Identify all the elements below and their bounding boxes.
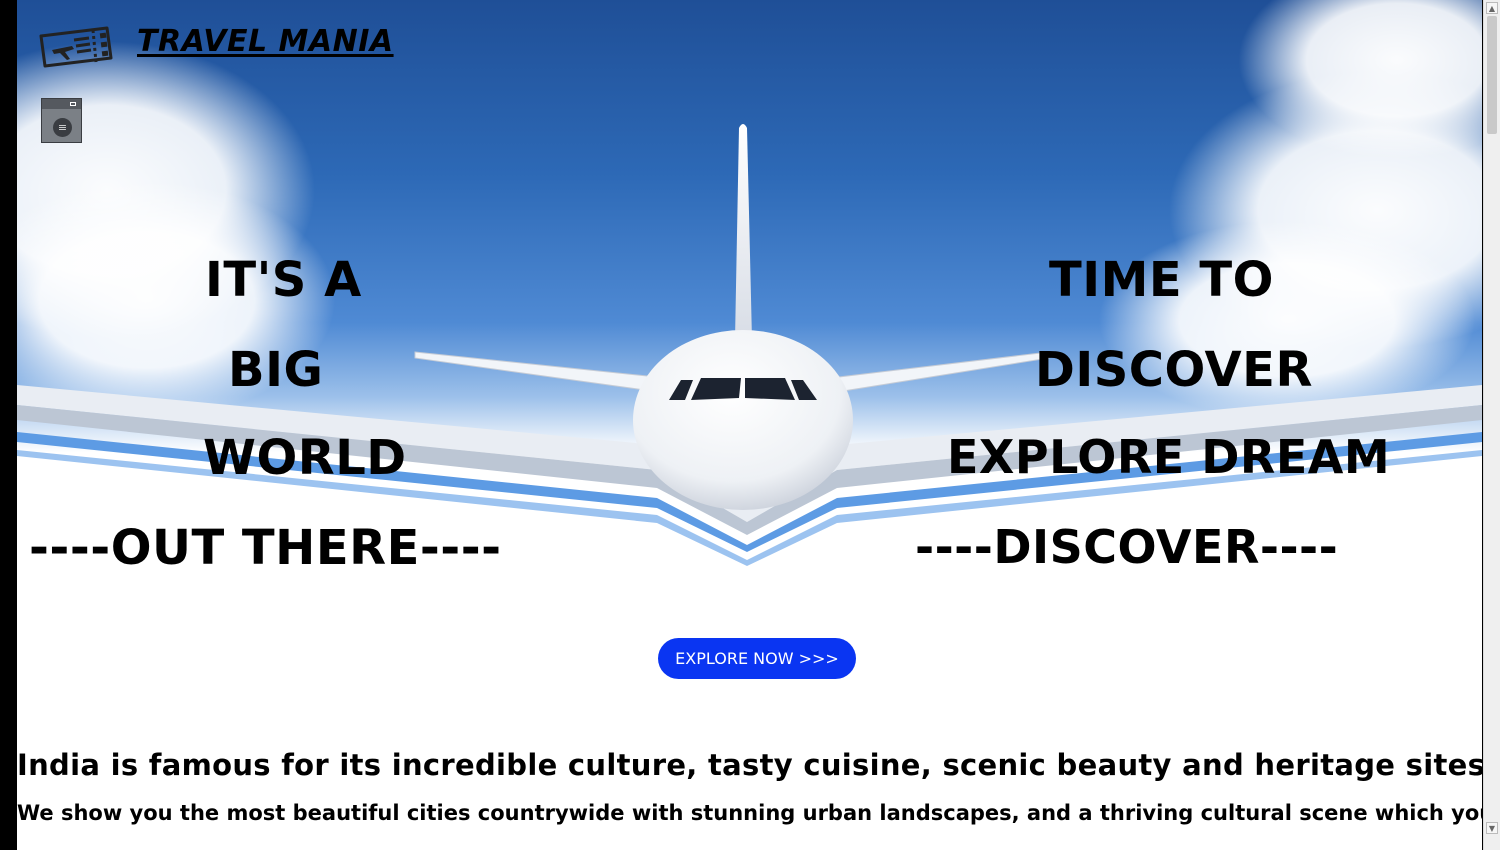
vertical-scrollbar[interactable]: ▲ ▼	[1483, 0, 1500, 850]
menu-icon: ≡	[53, 118, 72, 137]
hero-left-line-1: IT'S A	[205, 252, 362, 308]
hero-right-line-2: DISCOVER	[1035, 342, 1313, 398]
hero-right-line-4: ----DISCOVER----	[915, 520, 1339, 574]
plane-nose	[633, 330, 853, 510]
scroll-up-arrow-icon[interactable]: ▲	[1486, 2, 1498, 14]
tagline-secondary: We show you the most beautiful cities co…	[17, 801, 1482, 825]
hero-right-line-3: EXPLORE DREAM	[947, 430, 1391, 484]
scrollbar-thumb[interactable]	[1487, 16, 1497, 134]
plane-ticket-icon	[39, 26, 113, 68]
hero-left-line-4: ----OUT THERE----	[29, 520, 502, 576]
brand-name[interactable]: TRAVEL MANIA	[137, 24, 394, 59]
tagline-primary: India is famous for its incredible cultu…	[17, 748, 1482, 782]
tail-fin	[735, 124, 752, 340]
explore-now-button[interactable]: EXPLORE NOW >>>	[658, 638, 856, 679]
scroll-down-arrow-icon[interactable]: ▼	[1486, 822, 1498, 834]
right-wing	[836, 351, 1050, 393]
menu-toggle-button[interactable]: ≡	[41, 98, 82, 143]
left-wing	[414, 351, 660, 393]
window-left-border	[0, 0, 17, 850]
page-viewport: TRAVEL MANIA ≡ IT'S A BIG WORLD ----OUT …	[17, 0, 1482, 850]
hero-left-line-2: BIG	[228, 342, 324, 398]
hero-right-line-1: TIME TO	[1049, 252, 1274, 308]
hero-left-line-3: WORLD	[203, 430, 407, 486]
window-square-icon	[70, 102, 76, 106]
